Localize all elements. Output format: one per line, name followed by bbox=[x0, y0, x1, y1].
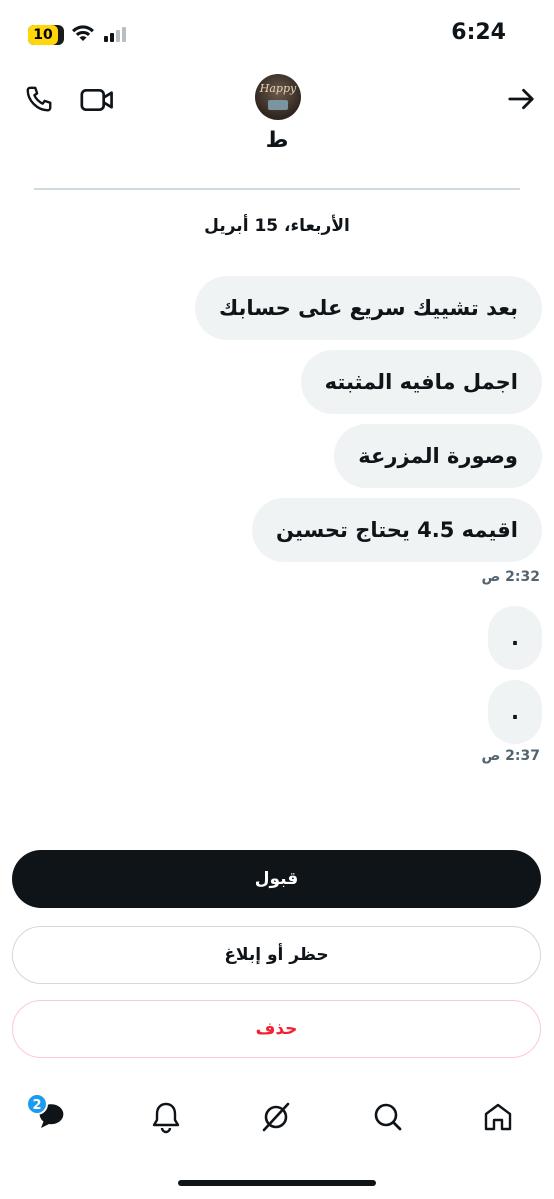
conversation-header: Happy ط bbox=[0, 70, 554, 190]
status-time: 6:24 bbox=[451, 20, 506, 45]
nav-home[interactable] bbox=[478, 1097, 518, 1137]
contact-name[interactable]: ط bbox=[0, 128, 554, 153]
nav-search[interactable] bbox=[368, 1097, 408, 1137]
grok-icon bbox=[262, 1102, 290, 1132]
message-bubble[interactable]: وصورة المزرعة bbox=[334, 424, 542, 488]
video-icon[interactable] bbox=[80, 86, 114, 114]
message-bubble[interactable]: . bbox=[488, 680, 542, 744]
date-separator: الأربعاء، 15 أبريل bbox=[204, 216, 350, 236]
message-bubble[interactable]: . bbox=[488, 606, 542, 670]
back-arrow-icon[interactable] bbox=[506, 84, 536, 114]
message-bubble[interactable]: بعد تشييك سريع على حسابك bbox=[194, 276, 542, 340]
wifi-icon bbox=[72, 25, 94, 41]
block-report-button[interactable]: حظر أو إبلاغ bbox=[12, 926, 541, 984]
nav-messages[interactable]: 2 bbox=[26, 1093, 72, 1137]
nav-grok[interactable] bbox=[256, 1097, 296, 1137]
avatar-cake-image bbox=[268, 100, 288, 110]
message-bubble[interactable]: اقيمه 4.5 يحتاج تحسين bbox=[252, 498, 542, 562]
battery-icon: 10 bbox=[28, 25, 64, 45]
battery-level: 10 bbox=[33, 27, 53, 43]
nav-notifications[interactable] bbox=[146, 1097, 186, 1137]
call-icon[interactable] bbox=[24, 84, 54, 114]
header-divider bbox=[34, 188, 520, 190]
avatar-text: Happy bbox=[259, 82, 297, 95]
bottom-nav: 2 bbox=[0, 1085, 554, 1155]
messages-badge: 2 bbox=[26, 1093, 48, 1115]
signal-icon bbox=[104, 27, 126, 42]
message-bubble[interactable]: اجمل مافيه المثبته bbox=[300, 350, 542, 414]
status-bar: 10 6:24 bbox=[0, 0, 554, 70]
message-timestamp: 2:32 ص bbox=[481, 569, 540, 585]
home-icon bbox=[484, 1103, 512, 1131]
message-timestamp: 2:37 ص bbox=[481, 748, 540, 764]
delete-button[interactable]: حذف bbox=[12, 1000, 541, 1058]
accept-button[interactable]: قبول bbox=[12, 850, 541, 908]
search-icon bbox=[374, 1103, 402, 1131]
home-indicator bbox=[178, 1180, 376, 1186]
avatar[interactable]: Happy bbox=[255, 74, 301, 120]
notifications-icon bbox=[152, 1102, 180, 1134]
